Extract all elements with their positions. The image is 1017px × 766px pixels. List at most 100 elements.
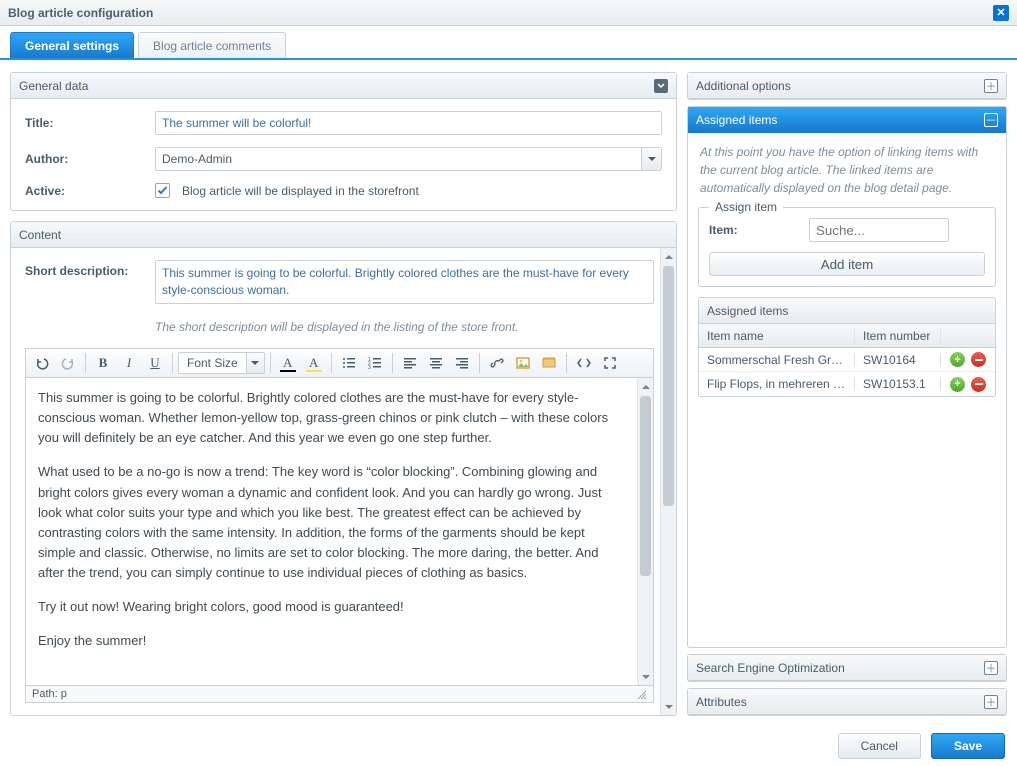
chevron-down-icon[interactable] <box>641 148 661 170</box>
active-checkbox-label: Blog article will be displayed in the st… <box>182 184 419 198</box>
cell-item-name: Sommerschal Fresh Green <box>699 353 855 367</box>
label-active: Active: <box>25 184 155 198</box>
author-combo-input[interactable] <box>156 148 641 170</box>
separator <box>85 353 86 373</box>
rte-editor-wrap: This summer is going to be colorful. Bri… <box>25 378 654 686</box>
delete-icon[interactable] <box>971 352 986 367</box>
expand-icon[interactable]: ＋ <box>984 695 998 709</box>
col-header-name[interactable]: Item name <box>699 329 855 343</box>
redo-icon[interactable] <box>56 352 80 374</box>
content-body: Short description: This summer is going … <box>11 248 676 715</box>
assigned-grid-wrap: Assigned items Item name Item number Som… <box>688 297 1006 647</box>
rte-path-label: Path: p <box>32 688 67 700</box>
cell-actions: + <box>941 377 995 392</box>
title-input[interactable] <box>155 111 662 135</box>
cancel-button[interactable]: Cancel <box>838 733 921 759</box>
row-item: Item: <box>709 218 985 242</box>
table-row[interactable]: Flip Flops, in mehreren Farben...SW10153… <box>699 372 995 396</box>
fullscreen-icon[interactable] <box>598 352 622 374</box>
window-header: Blog article configuration ✕ <box>0 0 1017 26</box>
svg-text:3: 3 <box>368 365 371 370</box>
expand-icon[interactable]: ＋ <box>984 661 998 675</box>
panel-title: Additional options <box>696 79 791 93</box>
panel-title: General data <box>19 79 88 93</box>
panel-header-assigned[interactable]: Assigned items － <box>688 107 1006 133</box>
save-button[interactable]: Save <box>931 733 1005 759</box>
separator <box>172 353 173 373</box>
scroll-up-icon[interactable] <box>661 248 676 264</box>
panel-header-seo[interactable]: Search Engine Optimization ＋ <box>688 655 1006 681</box>
active-checkbox[interactable] <box>155 183 170 198</box>
separator <box>479 353 480 373</box>
left-column: General data Title: Author: <box>10 72 677 716</box>
italic-icon[interactable]: I <box>117 352 141 374</box>
content-scrollbar[interactable] <box>660 248 676 715</box>
short-description-input[interactable]: This summer is going to be colorful. Bri… <box>155 260 654 304</box>
label-author: Author: <box>25 152 155 166</box>
panel-additional-options: Additional options ＋ <box>687 72 1007 100</box>
font-size-combo[interactable]: Font Size <box>178 352 265 374</box>
panel-title: Assigned items <box>696 113 777 127</box>
align-right-icon[interactable] <box>450 352 474 374</box>
row-active: Active: Blog article will be displayed i… <box>25 183 662 198</box>
underline-icon[interactable]: U <box>143 352 167 374</box>
table-row[interactable]: Sommerschal Fresh GreenSW10164+ <box>699 348 995 372</box>
panel-content: Content Short description: This summer i… <box>10 221 677 716</box>
delete-icon[interactable] <box>971 377 986 392</box>
font-size-label: Font Size <box>179 353 246 373</box>
panel-seo: Search Engine Optimization ＋ <box>687 654 1007 682</box>
body-area: General data Title: Author: <box>0 62 1017 726</box>
link-icon[interactable] <box>485 352 509 374</box>
editor-scrollbar[interactable] <box>637 378 653 685</box>
collapse-icon[interactable]: － <box>984 113 998 127</box>
item-search-input[interactable] <box>809 218 949 242</box>
author-combo[interactable] <box>155 147 662 171</box>
panel-header-attributes[interactable]: Attributes ＋ <box>688 689 1006 715</box>
add-icon[interactable]: + <box>950 352 965 367</box>
rte-editor[interactable]: This summer is going to be colorful. Bri… <box>26 378 637 685</box>
chevron-down-icon[interactable] <box>246 353 264 373</box>
separator <box>392 353 393 373</box>
bold-icon[interactable]: B <box>91 352 115 374</box>
expand-icon[interactable]: ＋ <box>984 79 998 93</box>
undo-icon[interactable] <box>30 352 54 374</box>
source-code-icon[interactable] <box>572 352 596 374</box>
image-icon[interactable] <box>511 352 535 374</box>
text-color-icon[interactable]: A <box>276 352 300 374</box>
rich-text-editor: B I U Font Size A A <box>25 348 654 703</box>
scroll-up-icon[interactable] <box>638 378 653 394</box>
bg-color-icon[interactable]: A <box>302 352 326 374</box>
separator <box>331 353 332 373</box>
panel-title: Content <box>19 228 61 242</box>
panel-attributes: Attributes ＋ <box>687 688 1007 716</box>
row-short-description: Short description: This summer is going … <box>25 260 654 304</box>
panel-title: Search Engine Optimization <box>696 661 845 675</box>
align-left-icon[interactable] <box>398 352 422 374</box>
number-list-icon[interactable]: 123 <box>363 352 387 374</box>
panel-header-content: Content <box>11 222 676 248</box>
scroll-down-icon[interactable] <box>638 669 653 685</box>
tab-general-settings[interactable]: General settings <box>10 32 134 58</box>
window-title: Blog article configuration <box>8 6 153 20</box>
add-item-button[interactable]: Add item <box>709 252 985 276</box>
collapse-icon[interactable] <box>654 79 668 93</box>
close-icon[interactable]: ✕ <box>993 5 1009 21</box>
panel-header-additional[interactable]: Additional options ＋ <box>688 73 1006 99</box>
media-icon[interactable] <box>537 352 561 374</box>
align-center-icon[interactable] <box>424 352 448 374</box>
cell-actions: + <box>941 352 995 367</box>
resize-handle-icon[interactable] <box>635 688 647 700</box>
panel-title: Attributes <box>696 695 747 709</box>
add-icon[interactable]: + <box>950 377 965 392</box>
scroll-down-icon[interactable] <box>661 699 676 715</box>
grid-header-row: Item name Item number <box>699 324 995 348</box>
scroll-thumb[interactable] <box>663 266 674 506</box>
bullet-list-icon[interactable] <box>337 352 361 374</box>
assigned-hint: At this point you have the option of lin… <box>688 133 1006 207</box>
col-header-number[interactable]: Item number <box>855 329 941 343</box>
row-author: Author: <box>25 147 662 171</box>
cell-item-name: Flip Flops, in mehreren Farben... <box>699 377 855 391</box>
tab-blog-comments[interactable]: Blog article comments <box>138 32 286 58</box>
right-column: Additional options ＋ Assigned items － At… <box>687 72 1007 716</box>
scroll-thumb[interactable] <box>640 396 651 576</box>
